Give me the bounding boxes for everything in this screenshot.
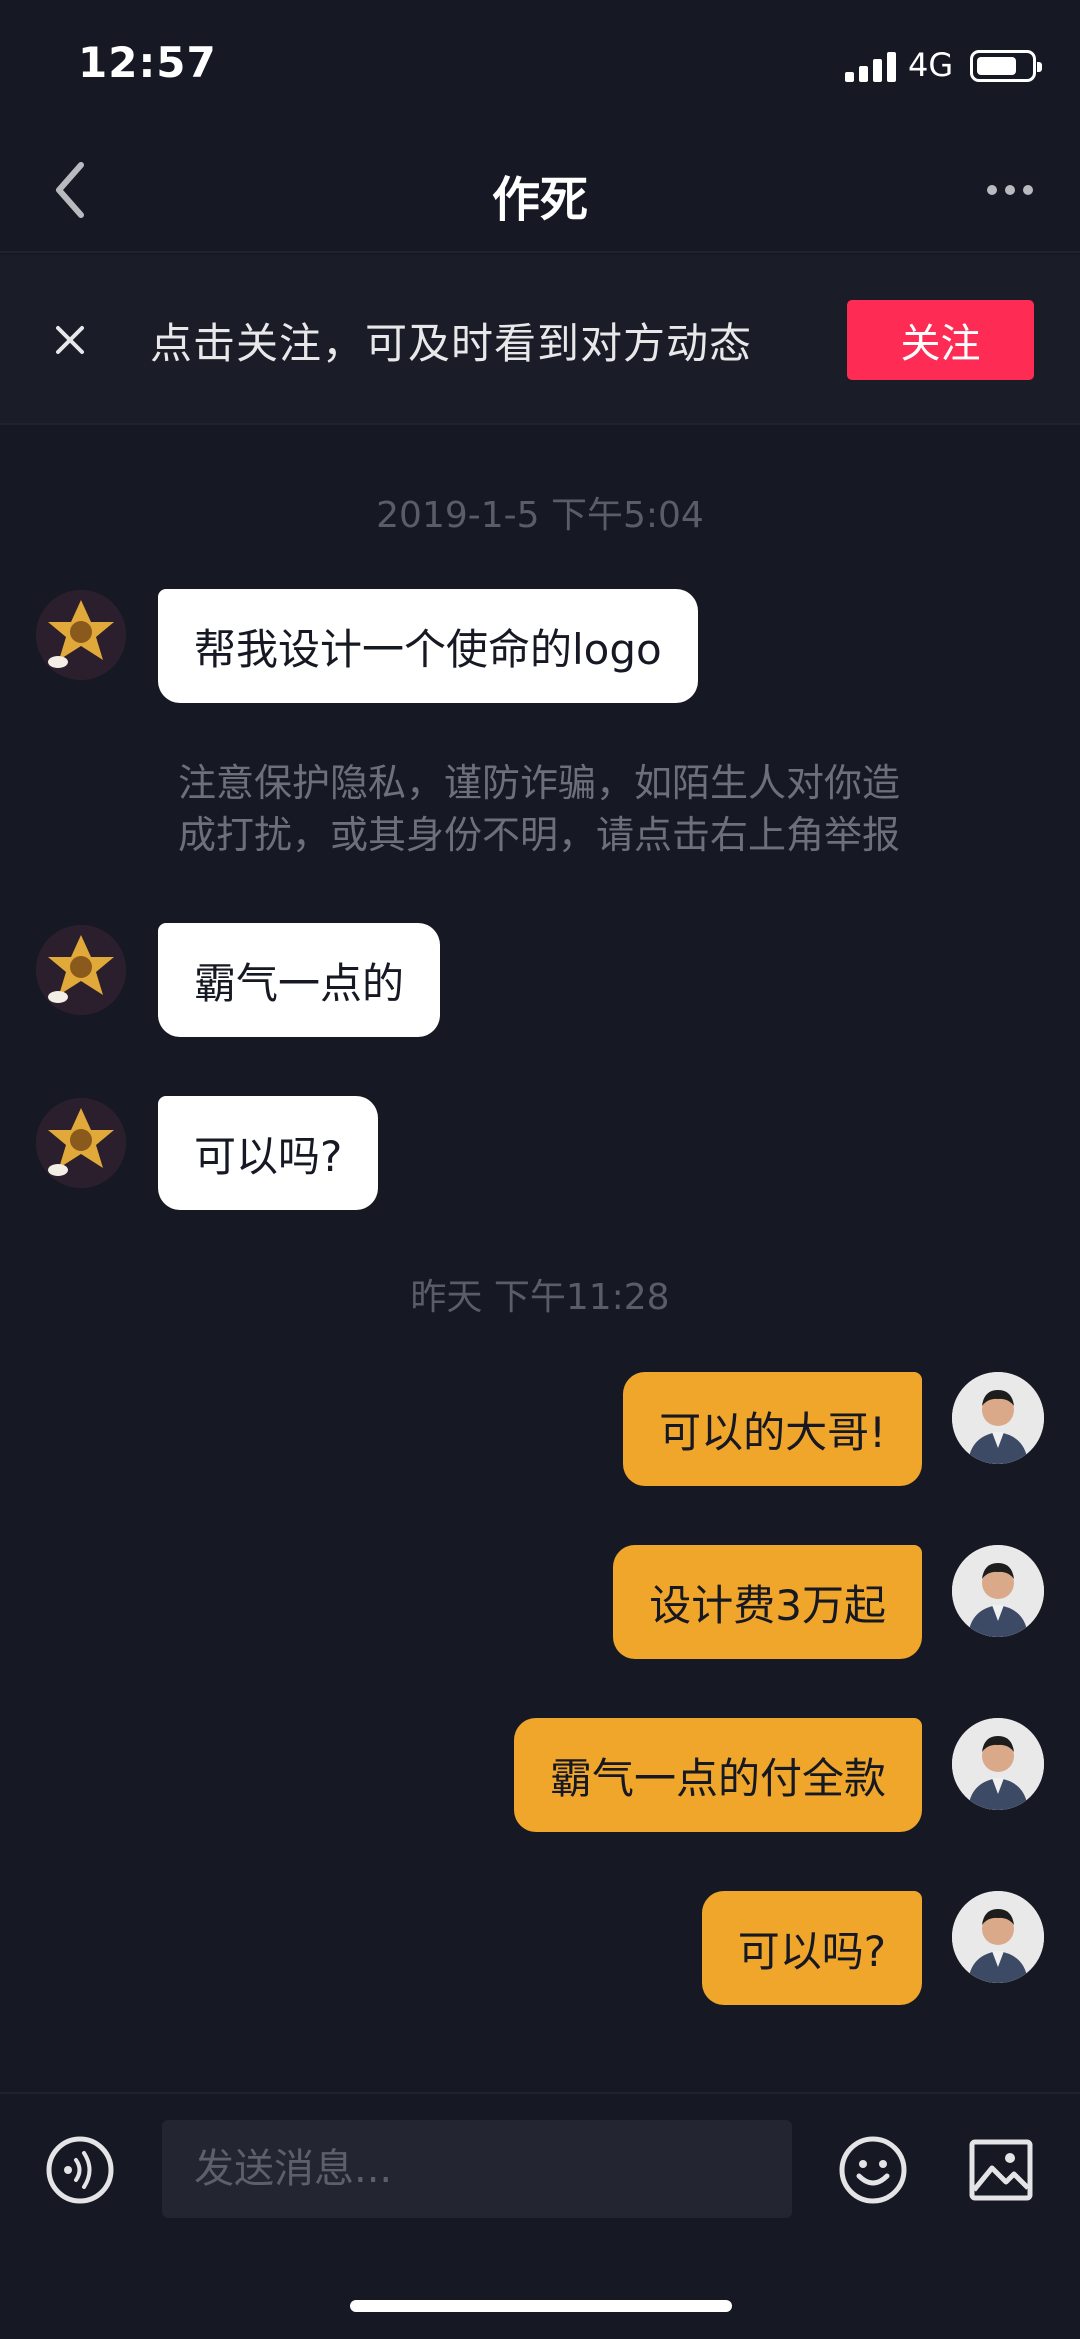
contact-avatar[interactable] bbox=[36, 590, 126, 680]
voice-button[interactable] bbox=[44, 2134, 116, 2206]
image-icon bbox=[969, 2139, 1033, 2201]
user-avatar[interactable] bbox=[952, 1372, 1044, 1464]
privacy-notice-line: 成打扰，或其身份不明，请点击右上角举报 bbox=[178, 813, 901, 857]
person-avatar-icon bbox=[952, 1718, 1044, 1810]
outgoing-message-bubble[interactable]: 霸气一点的付全款 bbox=[513, 1718, 922, 1832]
badge-avatar-icon bbox=[36, 1098, 126, 1188]
image-button[interactable] bbox=[966, 2134, 1038, 2206]
incoming-message-bubble[interactable]: 霸气一点的 bbox=[158, 923, 441, 1037]
message-input[interactable] bbox=[162, 2120, 792, 2218]
nav-bar: 作死 bbox=[0, 130, 1080, 253]
follow-button[interactable]: 关注 bbox=[847, 300, 1034, 380]
more-dots-icon bbox=[987, 185, 997, 195]
badge-avatar-icon bbox=[36, 590, 126, 680]
more-options-button[interactable] bbox=[970, 160, 1050, 220]
incoming-message-bubble[interactable]: 可以吗? bbox=[158, 1096, 379, 1210]
badge-avatar-icon bbox=[36, 925, 126, 1015]
privacy-notice: 注意保护隐私，谨防诈骗，如陌生人对你造 成打扰，或其身份不明，请点击右上角举报 bbox=[178, 757, 938, 861]
status-bar: 12:57 4G bbox=[0, 0, 1080, 130]
home-indicator[interactable] bbox=[350, 2300, 732, 2312]
emoji-button[interactable] bbox=[837, 2134, 909, 2206]
message-timestamp: 2019-1-5 下午5:04 bbox=[376, 495, 704, 536]
outgoing-message-bubble[interactable]: 设计费3万起 bbox=[613, 1545, 922, 1659]
user-avatar[interactable] bbox=[952, 1718, 1044, 1810]
follow-banner: 点击关注，可及时看到对方动态 关注 bbox=[0, 255, 1080, 425]
close-icon bbox=[56, 326, 84, 354]
close-banner-button[interactable] bbox=[40, 310, 100, 370]
battery-level bbox=[977, 57, 1016, 75]
message-timestamp: 昨天 下午11:28 bbox=[410, 1277, 670, 1318]
signal-icon bbox=[845, 50, 897, 82]
contact-avatar[interactable] bbox=[36, 1098, 126, 1188]
incoming-message-bubble[interactable]: 帮我设计一个使命的logo bbox=[158, 589, 698, 703]
chat-screen: 12:57 4G 作死 点击关注，可及时看到对方动态 关注 2019-1-5 下… bbox=[0, 0, 1080, 2339]
privacy-notice-line: 注意保护隐私，谨防诈骗，如陌生人对你造 bbox=[178, 761, 901, 805]
contact-avatar[interactable] bbox=[36, 925, 126, 1015]
person-avatar-icon bbox=[952, 1891, 1044, 1983]
page-title: 作死 bbox=[491, 172, 588, 228]
person-avatar-icon bbox=[952, 1545, 1044, 1637]
outgoing-message-bubble[interactable]: 可以的大哥! bbox=[623, 1372, 922, 1486]
battery-icon bbox=[970, 50, 1042, 82]
network-type: 4G bbox=[908, 46, 954, 84]
status-time: 12:57 bbox=[78, 38, 217, 87]
voice-icon bbox=[46, 2136, 114, 2204]
user-avatar[interactable] bbox=[952, 1891, 1044, 1983]
user-avatar[interactable] bbox=[952, 1545, 1044, 1637]
follow-prompt-text: 点击关注，可及时看到对方动态 bbox=[150, 319, 753, 368]
outgoing-message-bubble[interactable]: 可以吗? bbox=[701, 1891, 922, 2005]
person-avatar-icon bbox=[952, 1372, 1044, 1464]
emoji-icon bbox=[839, 2136, 907, 2204]
